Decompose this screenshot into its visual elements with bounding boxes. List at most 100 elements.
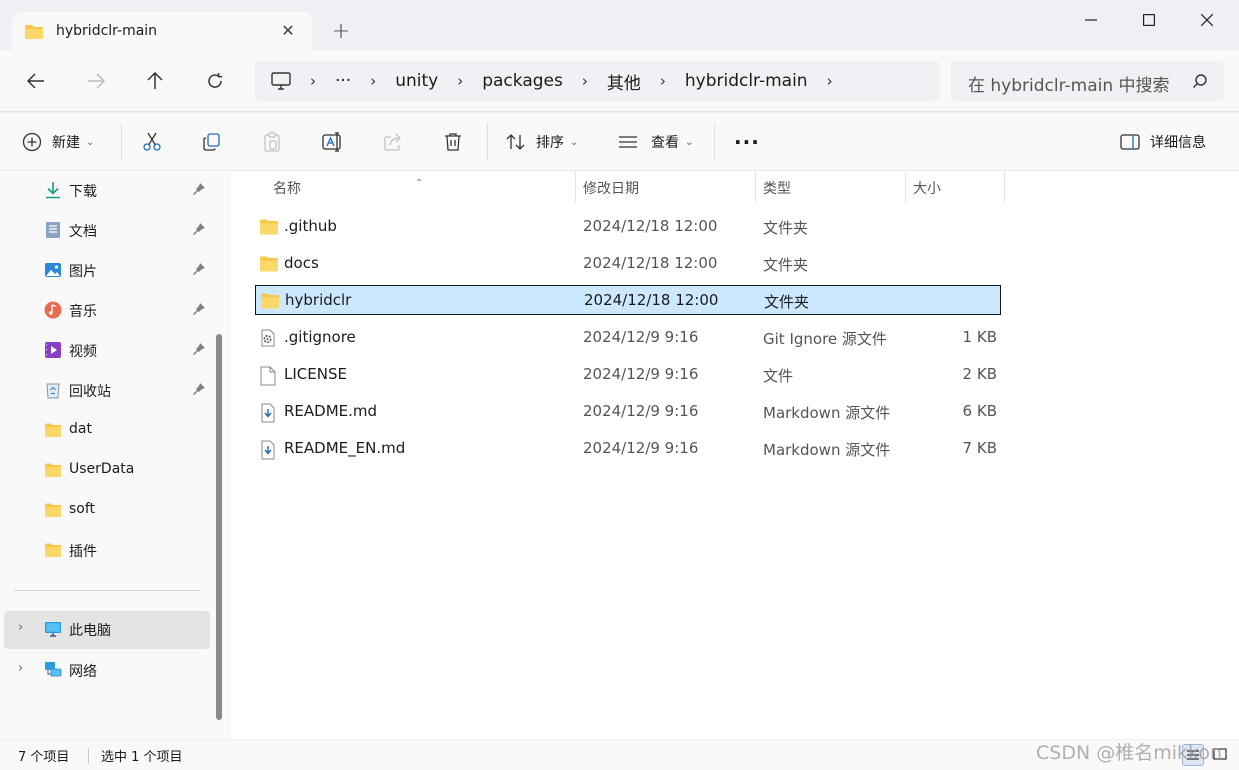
file-type: 文件夹	[763, 256, 809, 274]
column-header-modified[interactable]: 修改日期	[576, 171, 755, 203]
forward-button[interactable]	[80, 66, 112, 96]
tab-hybridclr-main[interactable]: hybridclr-main ✕	[12, 12, 312, 50]
share-button[interactable]	[383, 125, 403, 159]
search-input[interactable]: 在 hybridclr-main 中搜索	[950, 61, 1224, 101]
folder-icon	[260, 219, 278, 235]
pictures-icon	[45, 263, 61, 277]
divider	[121, 123, 122, 161]
file-modified: 2024/12/9 9:16	[583, 365, 699, 383]
new-label: 新建	[52, 135, 80, 151]
file-size: 2 KB	[962, 365, 997, 383]
paste-button[interactable]	[262, 125, 282, 159]
sidebar-item-music[interactable]: 音乐	[4, 292, 210, 328]
sidebar-item-soft[interactable]: soft	[4, 492, 210, 528]
breadcrumb-overflow[interactable]: ···	[335, 71, 351, 91]
markdown-file-icon	[261, 440, 275, 460]
copy-button[interactable]	[202, 125, 222, 159]
table-row[interactable]: README.md 2024/12/9 9:16 Markdown 源文件 6 …	[255, 397, 1001, 427]
chevron-down-icon: ⌄	[685, 136, 694, 148]
breadcrumb-packages[interactable]: packages	[482, 71, 563, 91]
column-header-name[interactable]: 名称 ⌃	[231, 171, 575, 203]
sidebar-item-network[interactable]: › 网络	[4, 652, 210, 688]
chevron-right-icon[interactable]: ›	[827, 72, 833, 90]
up-button[interactable]	[139, 66, 171, 96]
chevron-down-icon: ⌄	[86, 136, 95, 148]
minimize-button[interactable]	[1068, 4, 1114, 36]
folder-icon	[260, 256, 278, 272]
table-row[interactable]: docs 2024/12/18 12:00 文件夹	[255, 249, 1001, 279]
new-tab-button[interactable]: +	[326, 18, 356, 46]
sort-button[interactable]: 排序 ⌄	[506, 125, 578, 159]
item-count: 7 个项目	[18, 750, 70, 765]
file-list: 名称 ⌃ 修改日期 类型 大小 .github 2024/12/18 12:00…	[231, 171, 1239, 739]
file-icon	[260, 366, 276, 386]
address-row: › ··· › unity › packages › 其他 › hybridcl…	[0, 50, 1239, 112]
pin-icon	[193, 303, 205, 315]
download-icon	[46, 182, 60, 199]
breadcrumb-other[interactable]: 其他	[607, 69, 641, 94]
cut-button[interactable]	[142, 125, 162, 159]
table-row[interactable]: .github 2024/12/18 12:00 文件夹	[255, 212, 1001, 242]
sidebar-item-plugins[interactable]: 插件	[4, 532, 210, 568]
refresh-button[interactable]	[199, 66, 231, 96]
column-header-type[interactable]: 类型	[756, 171, 905, 203]
sidebar-item-recycle-bin[interactable]: 回收站	[4, 372, 210, 408]
sidebar-scrollbar[interactable]	[216, 334, 222, 720]
rename-button[interactable]	[322, 125, 344, 159]
chevron-right-icon[interactable]: ›	[18, 620, 23, 635]
file-modified: 2024/12/9 9:16	[583, 439, 699, 457]
sidebar-item-downloads[interactable]: 下载	[4, 172, 210, 208]
sidebar-item-label: 音乐	[69, 304, 97, 320]
chevron-down-icon: ⌄	[570, 136, 579, 148]
sidebar-item-label: 下载	[69, 184, 97, 200]
column-label: 名称	[273, 181, 301, 197]
view-list-icon	[619, 136, 637, 148]
sidebar-item-userdata[interactable]: UserData	[4, 452, 210, 488]
sidebar-item-label: 图片	[69, 264, 97, 280]
pin-icon	[193, 383, 205, 395]
document-icon	[46, 222, 60, 238]
details-pane-button[interactable]: 详细信息	[1120, 125, 1206, 159]
sidebar-item-pictures[interactable]: 图片	[4, 252, 210, 288]
sidebar-item-label: 回收站	[69, 384, 111, 400]
search-icon	[1193, 74, 1207, 88]
column-divider[interactable]	[1004, 171, 1005, 203]
chevron-right-icon[interactable]: ›	[18, 661, 23, 676]
file-name: docs	[284, 254, 319, 272]
file-name: LICENSE	[284, 365, 347, 383]
table-row[interactable]: README_EN.md 2024/12/9 9:16 Markdown 源文件…	[255, 434, 1001, 464]
pin-icon	[193, 343, 205, 355]
file-modified: 2024/12/9 9:16	[583, 402, 699, 420]
arrow-right-icon	[88, 73, 105, 89]
column-label: 修改日期	[583, 181, 639, 197]
divider	[88, 748, 89, 764]
sidebar-item-dat[interactable]: dat	[4, 412, 210, 448]
close-window-button[interactable]	[1184, 4, 1230, 36]
breadcrumb-hybridclr-main[interactable]: hybridclr-main	[685, 71, 808, 91]
arrow-left-icon	[27, 73, 44, 89]
close-tab-button[interactable]: ✕	[276, 20, 300, 42]
network-icon	[45, 662, 62, 677]
address-bar[interactable]: › ··· › unity › packages › 其他 › hybridcl…	[254, 61, 940, 101]
file-size: 7 KB	[962, 439, 997, 457]
new-button[interactable]: 新建 ⌄	[22, 125, 94, 159]
sidebar-item-documents[interactable]: 文档	[4, 212, 210, 248]
column-label: 大小	[913, 181, 941, 197]
delete-button[interactable]	[443, 125, 463, 159]
view-label: 查看	[651, 135, 679, 151]
file-name: README.md	[284, 402, 378, 420]
table-row[interactable]: .gitignore 2024/12/9 9:16 Git Ignore 源文件…	[255, 323, 1001, 353]
chevron-right-icon: ›	[310, 72, 316, 90]
back-button[interactable]	[20, 66, 52, 96]
sidebar-item-videos[interactable]: 视频	[4, 332, 210, 368]
more-options-button[interactable]: ···	[734, 125, 760, 159]
sidebar-item-this-pc[interactable]: › 此电脑	[4, 611, 210, 649]
breadcrumb-unity[interactable]: unity	[395, 71, 438, 91]
view-button[interactable]: 查看 ⌄	[618, 125, 693, 159]
file-size: 1 KB	[962, 328, 997, 346]
table-row[interactable]: LICENSE 2024/12/9 9:16 文件 2 KB	[255, 360, 1001, 390]
table-row-selected[interactable]: hybridclr 2024/12/18 12:00 文件夹	[255, 285, 1001, 315]
pin-icon	[193, 183, 205, 195]
column-header-size[interactable]: 大小	[906, 171, 1004, 203]
maximize-button[interactable]	[1126, 4, 1172, 36]
